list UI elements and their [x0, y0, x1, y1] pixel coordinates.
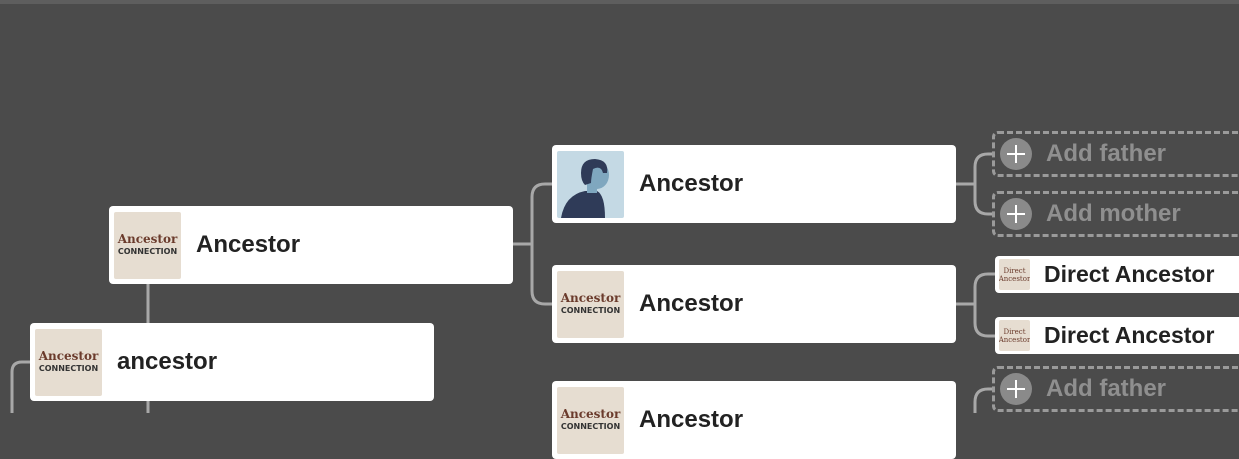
logo-text: Ancestor — [999, 274, 1030, 283]
silhouette-avatar — [557, 150, 624, 218]
add-mother-button[interactable]: Add mother — [992, 191, 1239, 237]
logo-text: Ancestor — [560, 290, 621, 305]
logo-subtext: CONNECTION — [560, 305, 621, 315]
add-father-button[interactable]: Add father — [992, 131, 1239, 177]
person-card-direct-ancestor-2[interactable]: Direct Ancestor Direct Ancestor — [995, 317, 1239, 354]
ancestor-connection-logo: Ancestor CONNECTION — [114, 211, 181, 279]
person-name: Ancestor — [639, 170, 744, 197]
person-name: Direct Ancestor — [1044, 261, 1215, 287]
person-card-grandparent-2[interactable]: Ancestor CONNECTION Ancestor — [552, 265, 956, 343]
person-name: Ancestor — [196, 231, 301, 258]
ancestor-connection-logo: Ancestor CONNECTION — [557, 386, 624, 454]
ancestor-connection-logo: Direct Ancestor — [999, 320, 1030, 351]
person-name: Direct Ancestor — [1044, 322, 1215, 348]
person-name: ancestor — [117, 348, 218, 375]
logo-text: Direct — [1003, 327, 1026, 336]
person-card-direct-ancestor-1[interactable]: Direct Ancestor Direct Ancestor — [995, 256, 1239, 293]
ancestor-connection-logo: Ancestor CONNECTION — [35, 328, 102, 396]
logo-text: Ancestor — [999, 335, 1030, 344]
logo-text: Ancestor — [560, 406, 621, 421]
logo-text: Ancestor — [117, 231, 178, 246]
person-card-grandparent-1[interactable]: Ancestor — [552, 145, 956, 223]
ancestor-connection-logo: Ancestor CONNECTION — [557, 270, 624, 338]
plus-icon — [1000, 373, 1032, 405]
logo-subtext: CONNECTION — [560, 421, 621, 431]
person-card-parent[interactable]: Ancestor CONNECTION Ancestor — [109, 206, 513, 284]
logo-subtext: CONNECTION — [117, 246, 178, 256]
ancestor-connection-logo: Direct Ancestor — [999, 259, 1030, 290]
add-father-button[interactable]: Add father — [992, 366, 1239, 412]
add-mother-label: Add mother — [1046, 200, 1181, 227]
person-card-root[interactable]: Ancestor CONNECTION ancestor — [30, 323, 434, 401]
logo-subtext: CONNECTION — [38, 363, 99, 373]
add-father-label: Add father — [1046, 375, 1166, 402]
logo-text: Ancestor — [38, 348, 99, 363]
add-father-label: Add father — [1046, 140, 1166, 167]
logo-text: Direct — [1003, 266, 1026, 275]
person-card-grandparent-3[interactable]: Ancestor CONNECTION Ancestor — [552, 381, 956, 459]
person-name: Ancestor — [639, 406, 744, 433]
plus-icon — [1000, 198, 1032, 230]
plus-icon — [1000, 138, 1032, 170]
person-name: Ancestor — [639, 290, 744, 317]
person-silhouette-icon — [561, 158, 609, 218]
